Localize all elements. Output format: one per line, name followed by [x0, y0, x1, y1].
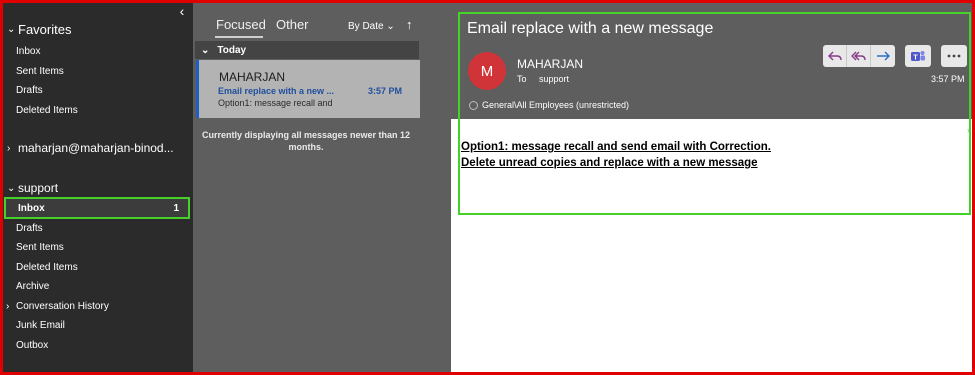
favorites-item-sent[interactable]: Sent Items [16, 66, 64, 77]
nav-label: Deleted Items [16, 262, 78, 273]
sort-dropdown[interactable]: By Date ⌄ [348, 21, 395, 32]
sensitivity-text: General\All Employees (unrestricted) [482, 100, 630, 110]
to-label: To [517, 74, 527, 84]
favorites-item-deleted[interactable]: Deleted Items [16, 105, 78, 116]
chevron-right-icon: › [967, 125, 970, 135]
support-header[interactable]: ⌄ support [7, 181, 58, 195]
nav-label: Conversation History [16, 301, 109, 312]
recipient-line: To support [517, 74, 569, 84]
sidebar-item-archive[interactable]: Archive [16, 281, 49, 292]
message-header: Email replace with a new message M MAHAR… [451, 3, 972, 119]
more-icon [947, 54, 961, 58]
chevron-down-icon: ⌄ [386, 21, 395, 32]
nav-label: Sent Items [16, 66, 64, 77]
message-actions: T [823, 45, 967, 67]
account-title: maharjan@maharjan-binod... [18, 141, 174, 155]
reply-all-button[interactable] [847, 45, 871, 67]
collapse-pane-button[interactable]: ‹ [175, 4, 189, 18]
chevron-down-icon: ⌄ [7, 182, 16, 194]
message-timestamp: 3:57 PM [931, 74, 965, 84]
sensitivity-label[interactable]: General\All Employees (unrestricted) [469, 100, 629, 110]
avatar[interactable]: M [468, 52, 506, 90]
sort-label: By Date [348, 21, 384, 32]
app-window: ‹ ⌄ Favorites Inbox Sent Items Drafts De… [0, 0, 975, 375]
nav-label: Sent Items [16, 242, 64, 253]
list-item[interactable]: MAHARJAN Email replace with a new ... 3:… [196, 60, 420, 118]
sidebar-item-drafts[interactable]: Drafts [16, 223, 43, 234]
teams-icon: T [911, 51, 925, 62]
nav-label: Drafts [16, 223, 43, 234]
list-footer-note: Currently displaying all messages newer … [201, 130, 411, 152]
group-label: Today [217, 44, 247, 56]
favorites-item-inbox[interactable]: Inbox [16, 46, 40, 57]
favorites-header[interactable]: ⌄ Favorites [7, 22, 71, 37]
nav-label: Archive [16, 281, 50, 292]
message-subject: Email replace with a new ... [218, 86, 335, 96]
forward-button[interactable] [871, 45, 895, 67]
more-options-button[interactable] [941, 45, 967, 67]
support-title: support [18, 181, 59, 195]
sidebar-item-inbox[interactable]: Inbox 1 [4, 197, 190, 219]
reply-button-group [823, 45, 895, 67]
nav-label: Inbox [16, 46, 41, 57]
nav-label: Drafts [16, 85, 43, 96]
sidebar-item-outbox[interactable]: Outbox [16, 340, 48, 351]
reading-pane: Email replace with a new message M MAHAR… [451, 3, 972, 372]
forward-icon [877, 51, 890, 61]
favorites-title: Favorites [18, 22, 72, 37]
account-header[interactable]: › maharjan@maharjan-binod... [7, 141, 174, 155]
tab-other[interactable]: Other [276, 17, 309, 32]
nav-label: Inbox [18, 203, 45, 214]
reply-all-icon [851, 51, 866, 61]
group-header-today[interactable]: ⌄ Today [195, 41, 419, 59]
svg-text:T: T [913, 55, 918, 62]
sort-arrow-icon[interactable]: ↑ [406, 17, 413, 32]
nav-label: Junk Email [16, 320, 65, 331]
body-line: Delete unread copies and replace with a … [461, 157, 758, 169]
chevron-down-icon: ⌄ [7, 24, 16, 35]
tab-focused[interactable]: Focused [216, 17, 266, 32]
message-body: Option1: message recall and send email w… [461, 139, 771, 171]
sidebar-item-sent[interactable]: Sent Items [16, 242, 64, 253]
nav-label: Deleted Items [16, 105, 78, 116]
message-time: 3:57 PM [368, 86, 403, 96]
body-line: Option1: message recall and send email w… [461, 141, 771, 153]
favorites-item-drafts[interactable]: Drafts [16, 85, 43, 96]
sidebar-item-deleted[interactable]: Deleted Items [16, 262, 78, 273]
sensitivity-icon [469, 100, 478, 110]
teams-button[interactable]: T [905, 45, 931, 67]
chevron-right-icon: › [6, 301, 10, 312]
sender-name[interactable]: MAHARJAN [517, 57, 583, 71]
message-title: Email replace with a new message [467, 20, 714, 37]
sidebar-item-junk[interactable]: Junk Email [16, 320, 65, 331]
recipient-name[interactable]: support [539, 74, 569, 84]
reply-button[interactable] [823, 45, 847, 67]
sidebar-item-conversation-history[interactable]: › Conversation History [6, 301, 109, 312]
nav-label: Outbox [16, 340, 49, 351]
active-tab-indicator [215, 36, 263, 38]
message-list-pane: Focused Other By Date ⌄ ↑ ⌄ Today MAHARJ… [193, 3, 451, 372]
message-preview: Option1: message recall and [218, 98, 333, 108]
chevron-down-icon: ⌄ [201, 44, 210, 56]
reply-icon [827, 51, 842, 61]
folder-pane: ‹ ⌄ Favorites Inbox Sent Items Drafts De… [3, 3, 193, 372]
unread-count-badge: 1 [173, 203, 179, 214]
chevron-right-icon: › [7, 142, 11, 154]
message-sender: MAHARJAN [219, 70, 286, 84]
